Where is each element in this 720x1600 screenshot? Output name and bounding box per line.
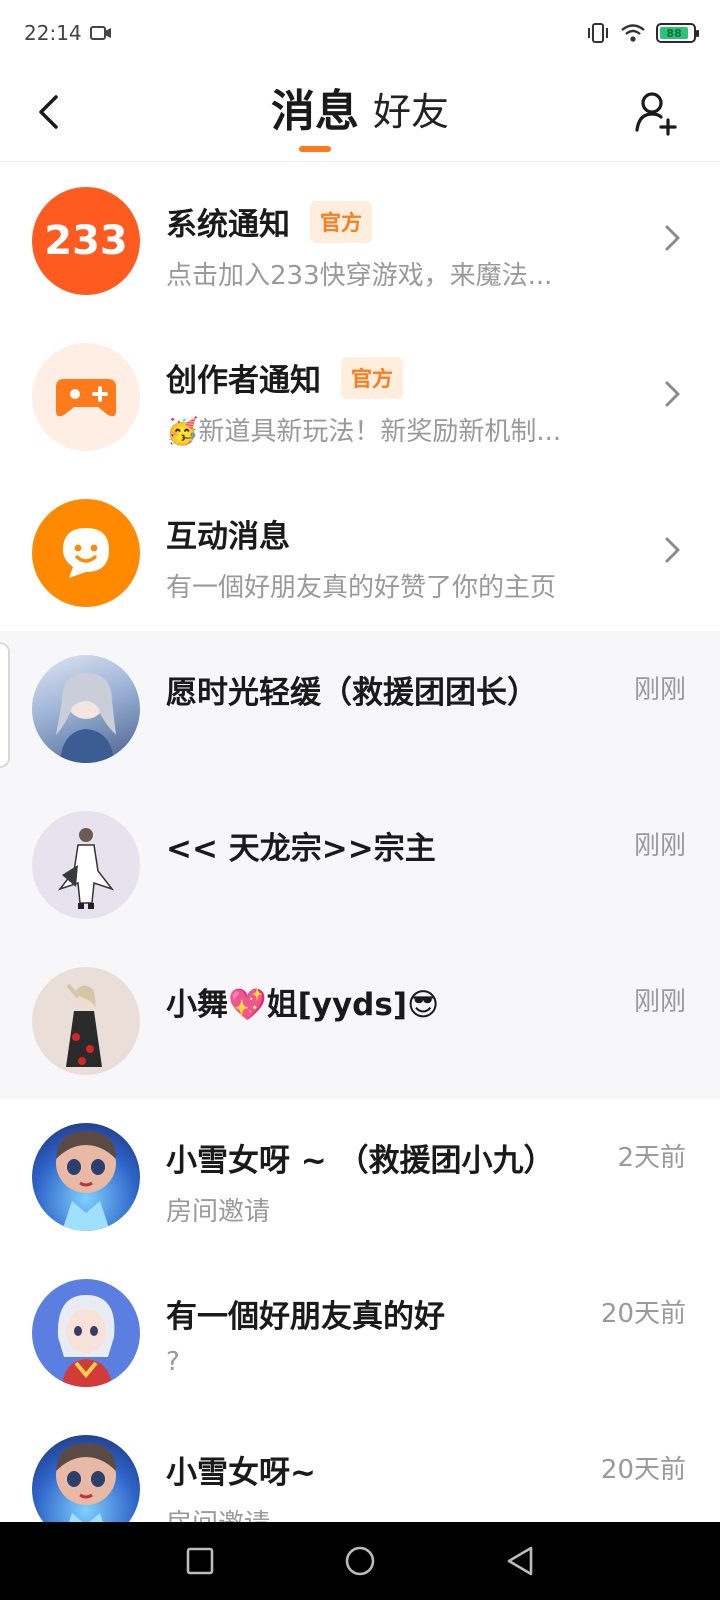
system-notice-preview: 点击加入233快穿游戏，来魔法... — [166, 261, 553, 291]
system-notice-title: 系统通知 — [166, 207, 290, 243]
character-avatar-icon — [66, 983, 102, 1067]
avatar — [32, 811, 140, 919]
tab-messages[interactable]: 消息 — [271, 88, 359, 152]
avatar — [32, 967, 140, 1075]
triangle-back-icon — [507, 1546, 533, 1576]
doll-avatar-icon — [56, 1131, 116, 1231]
233-logo-icon: 233 — [44, 218, 128, 264]
interaction-avatar — [32, 499, 140, 607]
official-badge: 官方 — [341, 356, 403, 399]
row-title: 创作者通知 官方 — [166, 355, 403, 400]
anime-avatar-icon — [57, 1295, 115, 1387]
chat-row[interactable]: 小雪女呀 ~ （救援团小九） 2天前 房间邀请 — [0, 1099, 720, 1255]
chat-name: 小雪女呀 ~ （救援团小九） — [166, 1143, 555, 1179]
chat-row[interactable]: 愿时光轻缓（救援团团长） 刚刚 — [0, 631, 720, 787]
interaction-title: 互动消息 — [166, 519, 290, 555]
chat-name: << 天龙宗>>宗主 — [166, 831, 436, 867]
chevron-right-icon — [665, 225, 680, 251]
creator-notice-preview: 🥳新道具新玩法！新奖励新机制... — [166, 417, 562, 447]
home-button[interactable] — [340, 1541, 380, 1581]
chevron-right-icon — [665, 381, 680, 407]
chat-time: 刚刚 — [633, 675, 686, 705]
recents-button[interactable] — [180, 1541, 220, 1581]
chat-row[interactable]: << 天龙宗>>宗主 刚刚 — [0, 787, 720, 943]
row-title: 系统通知 官方 — [166, 199, 372, 244]
avatar — [32, 1123, 140, 1231]
chat-row[interactable]: 有一個好朋友真的好 20天前 ? — [0, 1255, 720, 1411]
chat-name: 愿时光轻缓（救援团团长） — [166, 675, 538, 711]
chat-time: 20天前 — [600, 1299, 686, 1329]
system-notice-avatar: 233 — [32, 187, 140, 295]
official-badge: 官方 — [310, 200, 372, 243]
chat-row[interactable]: 小舞💖姐[yyds]😎 刚刚 — [0, 943, 720, 1099]
video-record-icon — [89, 26, 111, 40]
list-item-interaction-messages[interactable]: 互动消息 有一個好朋友真的好赞了你的主页 — [0, 475, 720, 631]
status-bar: 22:14 88 — [0, 0, 720, 66]
list-item-creator-notice[interactable]: 创作者通知 官方 🥳新道具新玩法！新奖励新机制... — [0, 319, 720, 475]
chat-bubble-icon — [63, 528, 109, 578]
chat-time: 刚刚 — [633, 987, 686, 1017]
interaction-preview: 有一個好朋友真的好赞了你的主页 — [166, 573, 557, 603]
side-drawer-handle[interactable] — [0, 642, 10, 768]
add-user-icon — [635, 92, 677, 136]
status-left: 22:14 — [24, 21, 112, 45]
status-time: 22:14 — [24, 21, 82, 45]
tab-friends[interactable]: 好友 — [373, 88, 449, 136]
tab-bar: 消息 好友 — [0, 88, 720, 152]
avatar — [32, 655, 140, 763]
wifi-icon — [621, 24, 645, 42]
anime-avatar-icon — [56, 673, 116, 763]
creator-notice-avatar — [32, 343, 140, 451]
header: 消息 好友 — [0, 66, 720, 162]
avatar — [32, 1279, 140, 1387]
list-item-system-notice[interactable]: 233 系统通知 官方 点击加入233快穿游戏，来魔法... — [0, 163, 720, 319]
navigation-bar — [0, 1522, 720, 1600]
chat-time: 2天前 — [617, 1143, 686, 1173]
creator-notice-title: 创作者通知 — [166, 363, 321, 399]
add-friend-button[interactable] — [634, 90, 680, 136]
chat-preview: ? — [166, 1347, 180, 1377]
gamepad-icon — [56, 379, 116, 417]
character-avatar-icon — [57, 828, 115, 909]
battery-icon: 88 — [656, 23, 699, 43]
chat-name: 小舞💖姐[yyds]😎 — [166, 987, 440, 1023]
status-right: 88 — [586, 22, 699, 44]
back-nav-button[interactable] — [500, 1541, 540, 1581]
square-icon — [186, 1547, 214, 1575]
chat-time: 20天前 — [600, 1455, 686, 1485]
battery-level: 88 — [660, 27, 689, 40]
vibrate-icon — [588, 23, 608, 43]
chevron-right-icon — [665, 537, 680, 563]
chat-name: 小雪女呀~ — [166, 1455, 316, 1491]
chat-preview: 房间邀请 — [166, 1197, 271, 1227]
circle-icon — [345, 1546, 375, 1576]
message-list: 233 系统通知 官方 点击加入233快穿游戏，来魔法... 创作者通知 官方 … — [0, 163, 720, 1567]
row-title: 互动消息 — [166, 511, 290, 556]
chat-time: 刚刚 — [633, 831, 686, 861]
chat-name: 有一個好朋友真的好 — [166, 1299, 445, 1335]
